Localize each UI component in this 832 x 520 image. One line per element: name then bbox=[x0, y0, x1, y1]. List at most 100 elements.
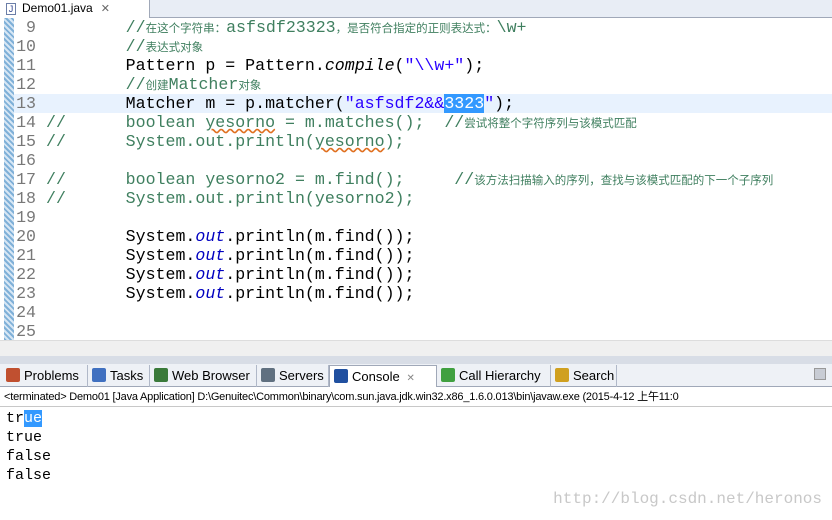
line-number: 15 bbox=[16, 132, 36, 151]
line-number: 9 bbox=[26, 18, 36, 37]
code-token: out bbox=[195, 227, 226, 246]
search-icon bbox=[555, 368, 569, 382]
globe-icon bbox=[154, 368, 168, 382]
minimize-button[interactable] bbox=[814, 368, 826, 380]
servers-icon bbox=[261, 368, 275, 382]
code-token: .println(m.find()); bbox=[225, 265, 415, 284]
tab-label: Console bbox=[352, 369, 400, 384]
editor-tab-demo01[interactable]: J Demo01.java ✕ bbox=[0, 0, 150, 18]
console-output-line[interactable]: false bbox=[6, 447, 51, 466]
tab-label: Search bbox=[573, 368, 615, 383]
console-output-line[interactable]: false bbox=[6, 466, 51, 485]
code-token: "asfsdf2&& bbox=[344, 94, 445, 113]
code-token: ( bbox=[394, 56, 405, 75]
close-icon[interactable]: ✕ bbox=[101, 3, 110, 15]
code-token: System. bbox=[46, 246, 196, 265]
code-line[interactable]: 10 //表达式对象 bbox=[14, 37, 832, 56]
code-token: //在这个字符串：asfsdf23323，是否符合指定的正则表达式：\w+ bbox=[125, 18, 527, 37]
code-token: Matcher m = p.matcher( bbox=[46, 94, 345, 113]
editor-tab-bar: J Demo01.java ✕ bbox=[0, 0, 832, 18]
tab-label: Call Hierarchy bbox=[459, 368, 541, 383]
tab-console[interactable]: Console ✕ bbox=[329, 365, 437, 387]
code-token: "\\w+" bbox=[404, 56, 465, 75]
line-number: 24 bbox=[16, 303, 36, 322]
line-number: 12 bbox=[16, 75, 36, 94]
code-line[interactable]: 25 bbox=[14, 322, 832, 341]
code-token: " bbox=[484, 94, 495, 113]
java-file-icon: J bbox=[6, 3, 16, 15]
tab-title: Demo01.java bbox=[22, 1, 93, 15]
tab-label: Servers bbox=[279, 368, 324, 383]
code-token: // System.out.println( bbox=[46, 132, 315, 151]
close-icon[interactable]: ✕ bbox=[404, 373, 414, 384]
code-token: //表达式对象 bbox=[125, 37, 204, 56]
console-output-line[interactable]: true bbox=[6, 428, 42, 447]
tasks-icon bbox=[92, 368, 106, 382]
code-token: System. bbox=[46, 265, 196, 284]
horizontal-scrollbar[interactable] bbox=[0, 340, 832, 356]
code-token: System. bbox=[46, 227, 196, 246]
sash[interactable] bbox=[0, 356, 832, 364]
code-line[interactable]: 16 bbox=[14, 151, 832, 170]
console-output-line[interactable]: true bbox=[6, 409, 43, 428]
code-line[interactable]: 19 bbox=[14, 208, 832, 227]
code-line[interactable]: 9 //在这个字符串：asfsdf23323，是否符合指定的正则表达式：\w+ bbox=[14, 18, 832, 37]
views-tab-bar: Problems Tasks Web Browser Servers Console ✕… bbox=[0, 364, 832, 387]
code-token: = m.matches(); //尝试将整个字符序列与该模式匹配 bbox=[275, 113, 637, 132]
code-text: // System.out.println(yesorno); bbox=[46, 132, 405, 151]
code-line[interactable]: 24 bbox=[14, 303, 832, 322]
code-token: yesorno bbox=[314, 132, 385, 151]
code-text: // boolean yesorno = m.matches(); //尝试将整… bbox=[46, 113, 637, 133]
code-text: System.out.println(m.find()); bbox=[46, 284, 415, 303]
code-token: .println(m.find()); bbox=[225, 284, 415, 303]
code-line[interactable]: 11 Pattern p = Pattern.compile("\\w+"); bbox=[14, 56, 832, 75]
code-line[interactable]: 20 System.out.println(m.find()); bbox=[14, 227, 832, 246]
code-line[interactable]: 14 // boolean yesorno = m.matches(); //尝试… bbox=[14, 113, 832, 132]
tab-web-browser[interactable]: Web Browser bbox=[150, 365, 257, 387]
code-token: compile bbox=[324, 56, 395, 75]
code-token: .println(m.find()); bbox=[225, 227, 415, 246]
line-number: 13 bbox=[16, 94, 36, 113]
code-text: //表达式对象 bbox=[46, 37, 203, 57]
line-number: 19 bbox=[16, 208, 36, 227]
line-number: 14 bbox=[16, 113, 36, 132]
tab-label: Web Browser bbox=[172, 368, 250, 383]
code-token: out bbox=[195, 246, 226, 265]
code-token: // System.out.println(yesorno2); bbox=[46, 189, 415, 208]
tab-search[interactable]: Search bbox=[551, 365, 617, 387]
code-token: Pattern p = Pattern. bbox=[46, 56, 325, 75]
code-line[interactable]: 23 System.out.println(m.find()); bbox=[14, 284, 832, 303]
code-line[interactable]: 12 //创建Matcher对象 bbox=[14, 75, 832, 94]
line-number: 16 bbox=[16, 151, 36, 170]
code-token: //创建Matcher对象 bbox=[125, 75, 262, 94]
code-line[interactable]: 15 // System.out.println(yesorno); bbox=[14, 132, 832, 151]
code-text: //在这个字符串：asfsdf23323，是否符合指定的正则表达式：\w+ bbox=[46, 18, 527, 38]
code-text: Matcher m = p.matcher("asfsdf2&&3323"); bbox=[46, 94, 514, 113]
line-number: 20 bbox=[16, 227, 36, 246]
console-header: <terminated> Demo01 [Java Application] D… bbox=[0, 388, 832, 407]
code-token: out bbox=[195, 284, 226, 303]
tab-tasks[interactable]: Tasks bbox=[88, 365, 150, 387]
tab-servers[interactable]: Servers bbox=[257, 365, 329, 387]
code-editor[interactable]: 9 //在这个字符串：asfsdf23323，是否符合指定的正则表达式：\w+ 1… bbox=[0, 18, 832, 341]
code-text: // System.out.println(yesorno2); bbox=[46, 189, 414, 208]
code-line[interactable]: 17 // boolean yesorno2 = m.find(); //该方法扫… bbox=[14, 170, 832, 189]
tab-problems[interactable]: Problems bbox=[2, 365, 88, 387]
code-token: ); bbox=[494, 94, 515, 113]
code-token: ); bbox=[464, 56, 485, 75]
code-line[interactable]: 18 // System.out.println(yesorno2); bbox=[14, 189, 832, 208]
tab-label: Problems bbox=[24, 368, 79, 383]
tab-call-hierarchy[interactable]: Call Hierarchy bbox=[437, 365, 551, 387]
code-line[interactable]: 22 System.out.println(m.find()); bbox=[14, 265, 832, 284]
code-text: //创建Matcher对象 bbox=[46, 75, 262, 95]
code-text: System.out.println(m.find()); bbox=[46, 265, 415, 284]
code-token: 3323 bbox=[444, 94, 485, 113]
code-token: out bbox=[195, 265, 226, 284]
code-text: // boolean yesorno2 = m.find(); //该方法扫描输… bbox=[46, 170, 773, 190]
code-line[interactable]: 21 System.out.println(m.find()); bbox=[14, 246, 832, 265]
line-number: 22 bbox=[16, 265, 36, 284]
line-number: 18 bbox=[16, 189, 36, 208]
code-line[interactable]: 13 Matcher m = p.matcher("asfsdf2&&3323"… bbox=[14, 94, 832, 113]
